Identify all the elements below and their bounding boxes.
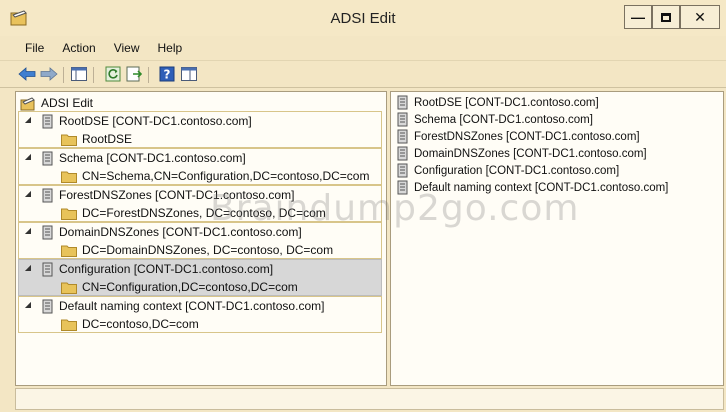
server-node-icon [42,299,53,313]
collapse-arrow-icon[interactable]: ◢ [23,226,33,235]
watermark: Braindump2go.com [210,188,580,229]
list-item-label: ForestDNSZones [CONT-DC1.contoso.com] [414,130,640,143]
console-tree-pane[interactable]: ADSI Edit ◢ RootDSE [CONT-DC1.contoso.co… [15,91,387,386]
title-bar[interactable]: ADSI Edit — ✕ [0,0,726,36]
tree-node-label-row[interactable]: Schema [CONT-DC1.contoso.com] [41,149,246,167]
collapse-arrow-icon[interactable]: ◢ [23,300,33,309]
menu-bar: File Action View Help [0,38,726,60]
list-item[interactable]: DomainDNSZones [CONT-DC1.contoso.com] [396,145,647,162]
tree-child-label: DC=DomainDNSZones, DC=contoso, DC=com [82,243,334,257]
show-hide-console-tree-button[interactable] [70,65,88,83]
properties-icon [181,67,197,81]
list-item[interactable]: Schema [CONT-DC1.contoso.com] [396,111,593,128]
list-item-label: RootDSE [CONT-DC1.contoso.com] [414,96,599,109]
close-icon: ✕ [694,8,706,25]
tree-child-row[interactable]: RootDSE [61,130,132,148]
tree-node-schema[interactable]: ◢ Schema [CONT-DC1.contoso.com] CN=Schem… [18,148,382,185]
list-item-label: Configuration [CONT-DC1.contoso.com] [414,164,620,177]
back-button[interactable] [18,65,36,83]
tree-child-label: CN=Schema,CN=Configuration,DC=contoso,DC… [82,169,370,183]
refresh-icon [105,66,121,82]
tree-root[interactable]: ADSI Edit [20,94,93,112]
server-node-icon [397,112,408,127]
tree-node-label: RootDSE [CONT-DC1.contoso.com] [59,114,252,128]
server-node-icon [42,188,53,202]
tree-node-label: Default naming context [CONT-DC1.contoso… [59,299,325,313]
adsi-edit-window: ADSI Edit — ✕ File Action View Help ? AD… [0,0,726,412]
export-list-icon [126,66,142,82]
toolbar: ? [0,60,726,88]
tree-node-label-row[interactable]: RootDSE [CONT-DC1.contoso.com] [41,112,252,130]
details-pane[interactable]: RootDSE [CONT-DC1.contoso.com] Schema [C… [390,91,724,386]
show-hide-console-tree-icon [71,67,87,81]
server-node-icon [397,163,408,178]
minimize-icon: — [631,9,645,25]
server-node-icon [42,262,53,276]
server-node-icon [397,129,408,144]
folder-icon [61,245,77,257]
forward-arrow-icon [40,67,58,81]
tree-child-row[interactable]: CN=Schema,CN=Configuration,DC=contoso,DC… [61,167,369,185]
folder-icon [61,208,77,220]
server-node-icon [397,95,408,110]
tree-node-label-row[interactable]: Configuration [CONT-DC1.contoso.com] [41,260,273,278]
tree-child-row[interactable]: DC=DomainDNSZones, DC=contoso, DC=com [61,241,333,259]
tree-child-row[interactable]: DC=contoso,DC=com [61,315,199,333]
tree-node-label: Configuration [CONT-DC1.contoso.com] [59,262,274,276]
collapse-arrow-icon[interactable]: ◢ [23,115,33,124]
window-title: ADSI Edit [330,10,396,27]
server-node-icon [42,225,53,239]
tree-node-label: Schema [CONT-DC1.contoso.com] [59,151,246,165]
export-list-button[interactable] [125,65,143,83]
refresh-button[interactable] [104,65,122,83]
menu-action[interactable]: Action [53,38,104,60]
svg-text:?: ? [164,68,171,82]
collapse-arrow-icon[interactable]: ◢ [23,189,33,198]
tree-child-row[interactable]: CN=Configuration,DC=contoso,DC=com [61,278,298,296]
list-item[interactable]: ForestDNSZones [CONT-DC1.contoso.com] [396,128,640,145]
tree-node-label-row[interactable]: Default naming context [CONT-DC1.contoso… [41,297,324,315]
close-button[interactable]: ✕ [680,5,720,29]
list-item[interactable]: RootDSE [CONT-DC1.contoso.com] [396,94,599,111]
tree-node-configuration[interactable]: ◢ Configuration [CONT-DC1.contoso.com] C… [18,259,382,296]
folder-icon [61,319,77,331]
server-node-icon [42,151,53,165]
tree-node-default-naming-context[interactable]: ◢ Default naming context [CONT-DC1.conto… [18,296,382,333]
folder-icon [61,134,77,146]
menu-file[interactable]: File [16,38,53,60]
list-item[interactable]: Configuration [CONT-DC1.contoso.com] [396,162,619,179]
list-item-label: DomainDNSZones [CONT-DC1.contoso.com] [414,147,647,160]
collapse-arrow-icon[interactable]: ◢ [23,152,33,161]
status-bar [15,388,724,410]
server-node-icon [397,146,408,161]
maximize-button[interactable] [652,5,680,29]
list-item-label: Schema [CONT-DC1.contoso.com] [414,113,593,126]
collapse-arrow-icon[interactable]: ◢ [23,263,33,272]
tree-child-label: DC=contoso,DC=com [82,317,199,331]
menu-help[interactable]: Help [149,38,192,60]
maximize-icon [661,12,671,22]
folder-icon [61,171,77,183]
server-node-icon [42,114,53,128]
tree-root-label: ADSI Edit [41,96,94,110]
forward-button[interactable] [40,65,58,83]
folder-icon [61,282,77,294]
tree-child-label: CN=Configuration,DC=contoso,DC=com [82,280,298,294]
minimize-button[interactable]: — [624,5,652,29]
help-button[interactable]: ? [158,65,176,83]
tree-node-rootdse[interactable]: ◢ RootDSE [CONT-DC1.contoso.com] RootDSE [18,111,382,148]
tree-child-label: RootDSE [82,132,133,146]
properties-button[interactable] [180,65,198,83]
menu-view[interactable]: View [105,38,149,60]
adsi-edit-root-icon [20,96,35,110]
help-icon: ? [159,66,175,82]
back-arrow-icon [18,67,36,81]
